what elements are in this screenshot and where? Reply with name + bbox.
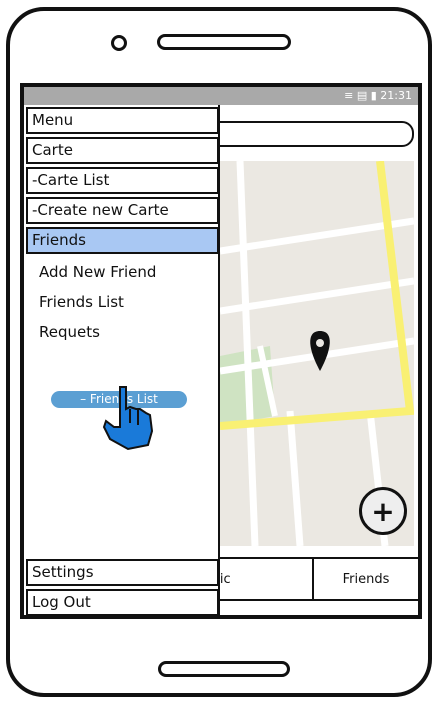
- add-button[interactable]: +: [359, 487, 407, 535]
- status-bar: ≡ ▤ ▮ 21:31: [24, 87, 418, 105]
- tab-friends[interactable]: Friends: [312, 559, 418, 599]
- search-input[interactable]: [204, 121, 414, 147]
- signal-icon: ▤: [356, 89, 368, 102]
- menu-item-settings[interactable]: Settings: [26, 559, 219, 586]
- plus-icon: +: [371, 494, 395, 528]
- bottom-tabs: blic Friends: [204, 557, 418, 601]
- side-menu: Menu Carte -Carte List -Create new Carte…: [24, 105, 220, 615]
- status-time: 21:31: [380, 89, 412, 102]
- menu-item-friends[interactable]: Friends: [26, 227, 219, 254]
- menu-subitem-requests[interactable]: Requets: [39, 323, 100, 341]
- menu-item-create-carte[interactable]: -Create new Carte: [26, 197, 219, 224]
- camera-icon: [111, 35, 127, 51]
- home-bar[interactable]: [158, 661, 290, 677]
- menu-subitem-friends-list[interactable]: Friends List: [39, 293, 124, 311]
- tab-public[interactable]: blic: [206, 559, 312, 599]
- wifi-icon: ≡: [344, 89, 354, 102]
- menu-item-logout[interactable]: Log Out: [26, 589, 219, 615]
- menu-subitem-add-friend[interactable]: Add New Friend: [39, 263, 156, 281]
- speaker-grille: [157, 34, 291, 50]
- screen: ≡ ▤ ▮ 21:31 + blic Friends Menu Carte: [20, 83, 422, 619]
- menu-item-carte[interactable]: Carte: [26, 137, 219, 164]
- menu-header: Menu: [26, 107, 219, 134]
- pointer-hand-icon: [102, 386, 154, 451]
- location-pin-icon[interactable]: [310, 331, 330, 371]
- battery-icon: ▮: [370, 89, 377, 102]
- menu-item-carte-list[interactable]: -Carte List: [26, 167, 219, 194]
